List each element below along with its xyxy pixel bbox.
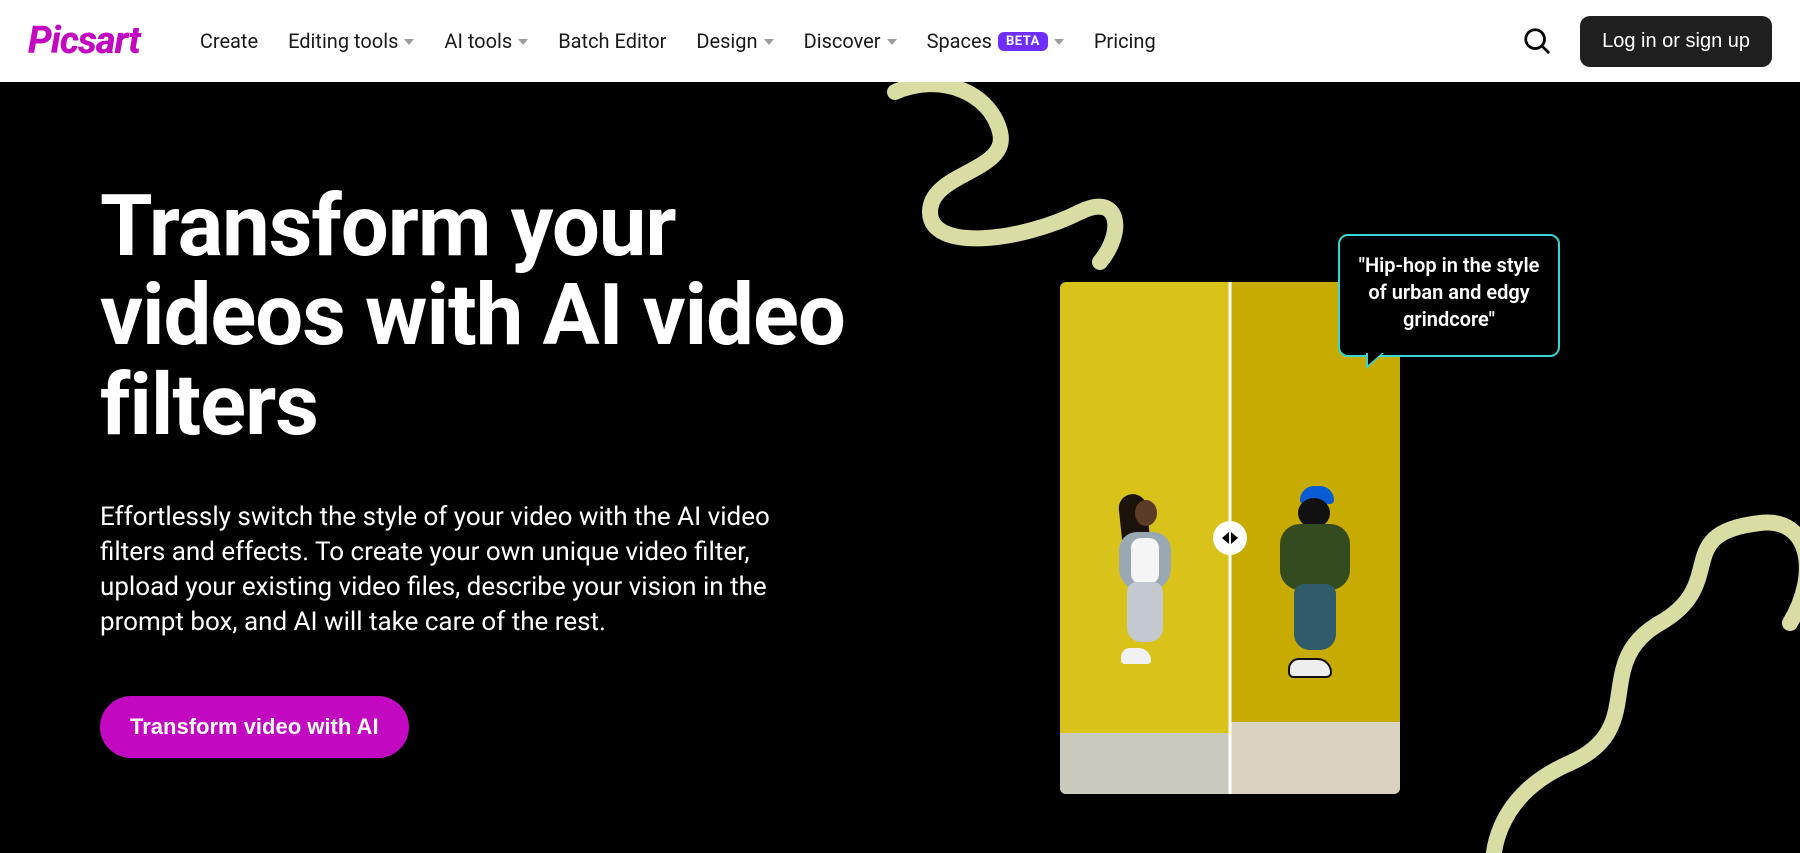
main-nav: Create Editing tools AI tools Batch Edit… xyxy=(200,29,1522,53)
login-signup-button[interactable]: Log in or sign up xyxy=(1580,16,1772,67)
search-icon[interactable] xyxy=(1522,26,1552,56)
hero-title: Transform your videos with AI video filt… xyxy=(100,182,900,450)
arrow-left-icon xyxy=(1222,532,1229,544)
nav-label: AI tools xyxy=(444,29,512,53)
decorative-squiggle-icon xyxy=(1460,513,1800,853)
nav-label: Editing tools xyxy=(288,29,398,53)
compare-slider-handle[interactable] xyxy=(1213,521,1247,555)
decorative-squiggle-icon xyxy=(880,82,1140,282)
hero-subtitle: Effortlessly switch the style of your vi… xyxy=(100,500,800,640)
nav-ai-tools[interactable]: AI tools xyxy=(444,29,528,53)
nav-spaces[interactable]: Spaces BETA xyxy=(927,29,1064,53)
site-header: Picsart Create Editing tools AI tools Ba… xyxy=(0,0,1800,82)
nav-editing-tools[interactable]: Editing tools xyxy=(288,29,414,53)
nav-batch-editor[interactable]: Batch Editor xyxy=(558,29,666,53)
chevron-down-icon xyxy=(887,39,897,45)
header-actions: Log in or sign up xyxy=(1522,16,1772,67)
before-after-compare[interactable]: "Hip-hop in the style of urban and edgy … xyxy=(1060,282,1400,794)
compare-before-image xyxy=(1060,282,1230,794)
hero-section: Transform your videos with AI video filt… xyxy=(0,82,1800,853)
nav-label: Discover xyxy=(804,29,881,53)
nav-pricing[interactable]: Pricing xyxy=(1094,29,1156,53)
chevron-down-icon xyxy=(404,39,414,45)
transform-video-button[interactable]: Transform video with AI xyxy=(100,696,409,758)
chevron-down-icon xyxy=(764,39,774,45)
nav-label: Pricing xyxy=(1094,29,1156,53)
chevron-down-icon xyxy=(518,39,528,45)
nav-label: Spaces xyxy=(927,29,992,53)
nav-label: Design xyxy=(696,29,757,53)
nav-design[interactable]: Design xyxy=(696,29,773,53)
prompt-callout: "Hip-hop in the style of urban and edgy … xyxy=(1338,234,1560,357)
nav-create[interactable]: Create xyxy=(200,29,258,53)
brand-logo[interactable]: Picsart xyxy=(28,19,140,63)
nav-label: Batch Editor xyxy=(558,29,666,53)
nav-label: Create xyxy=(200,29,258,53)
nav-discover[interactable]: Discover xyxy=(804,29,897,53)
chevron-down-icon xyxy=(1054,39,1064,45)
arrow-right-icon xyxy=(1231,532,1238,544)
beta-badge: BETA xyxy=(998,32,1048,51)
